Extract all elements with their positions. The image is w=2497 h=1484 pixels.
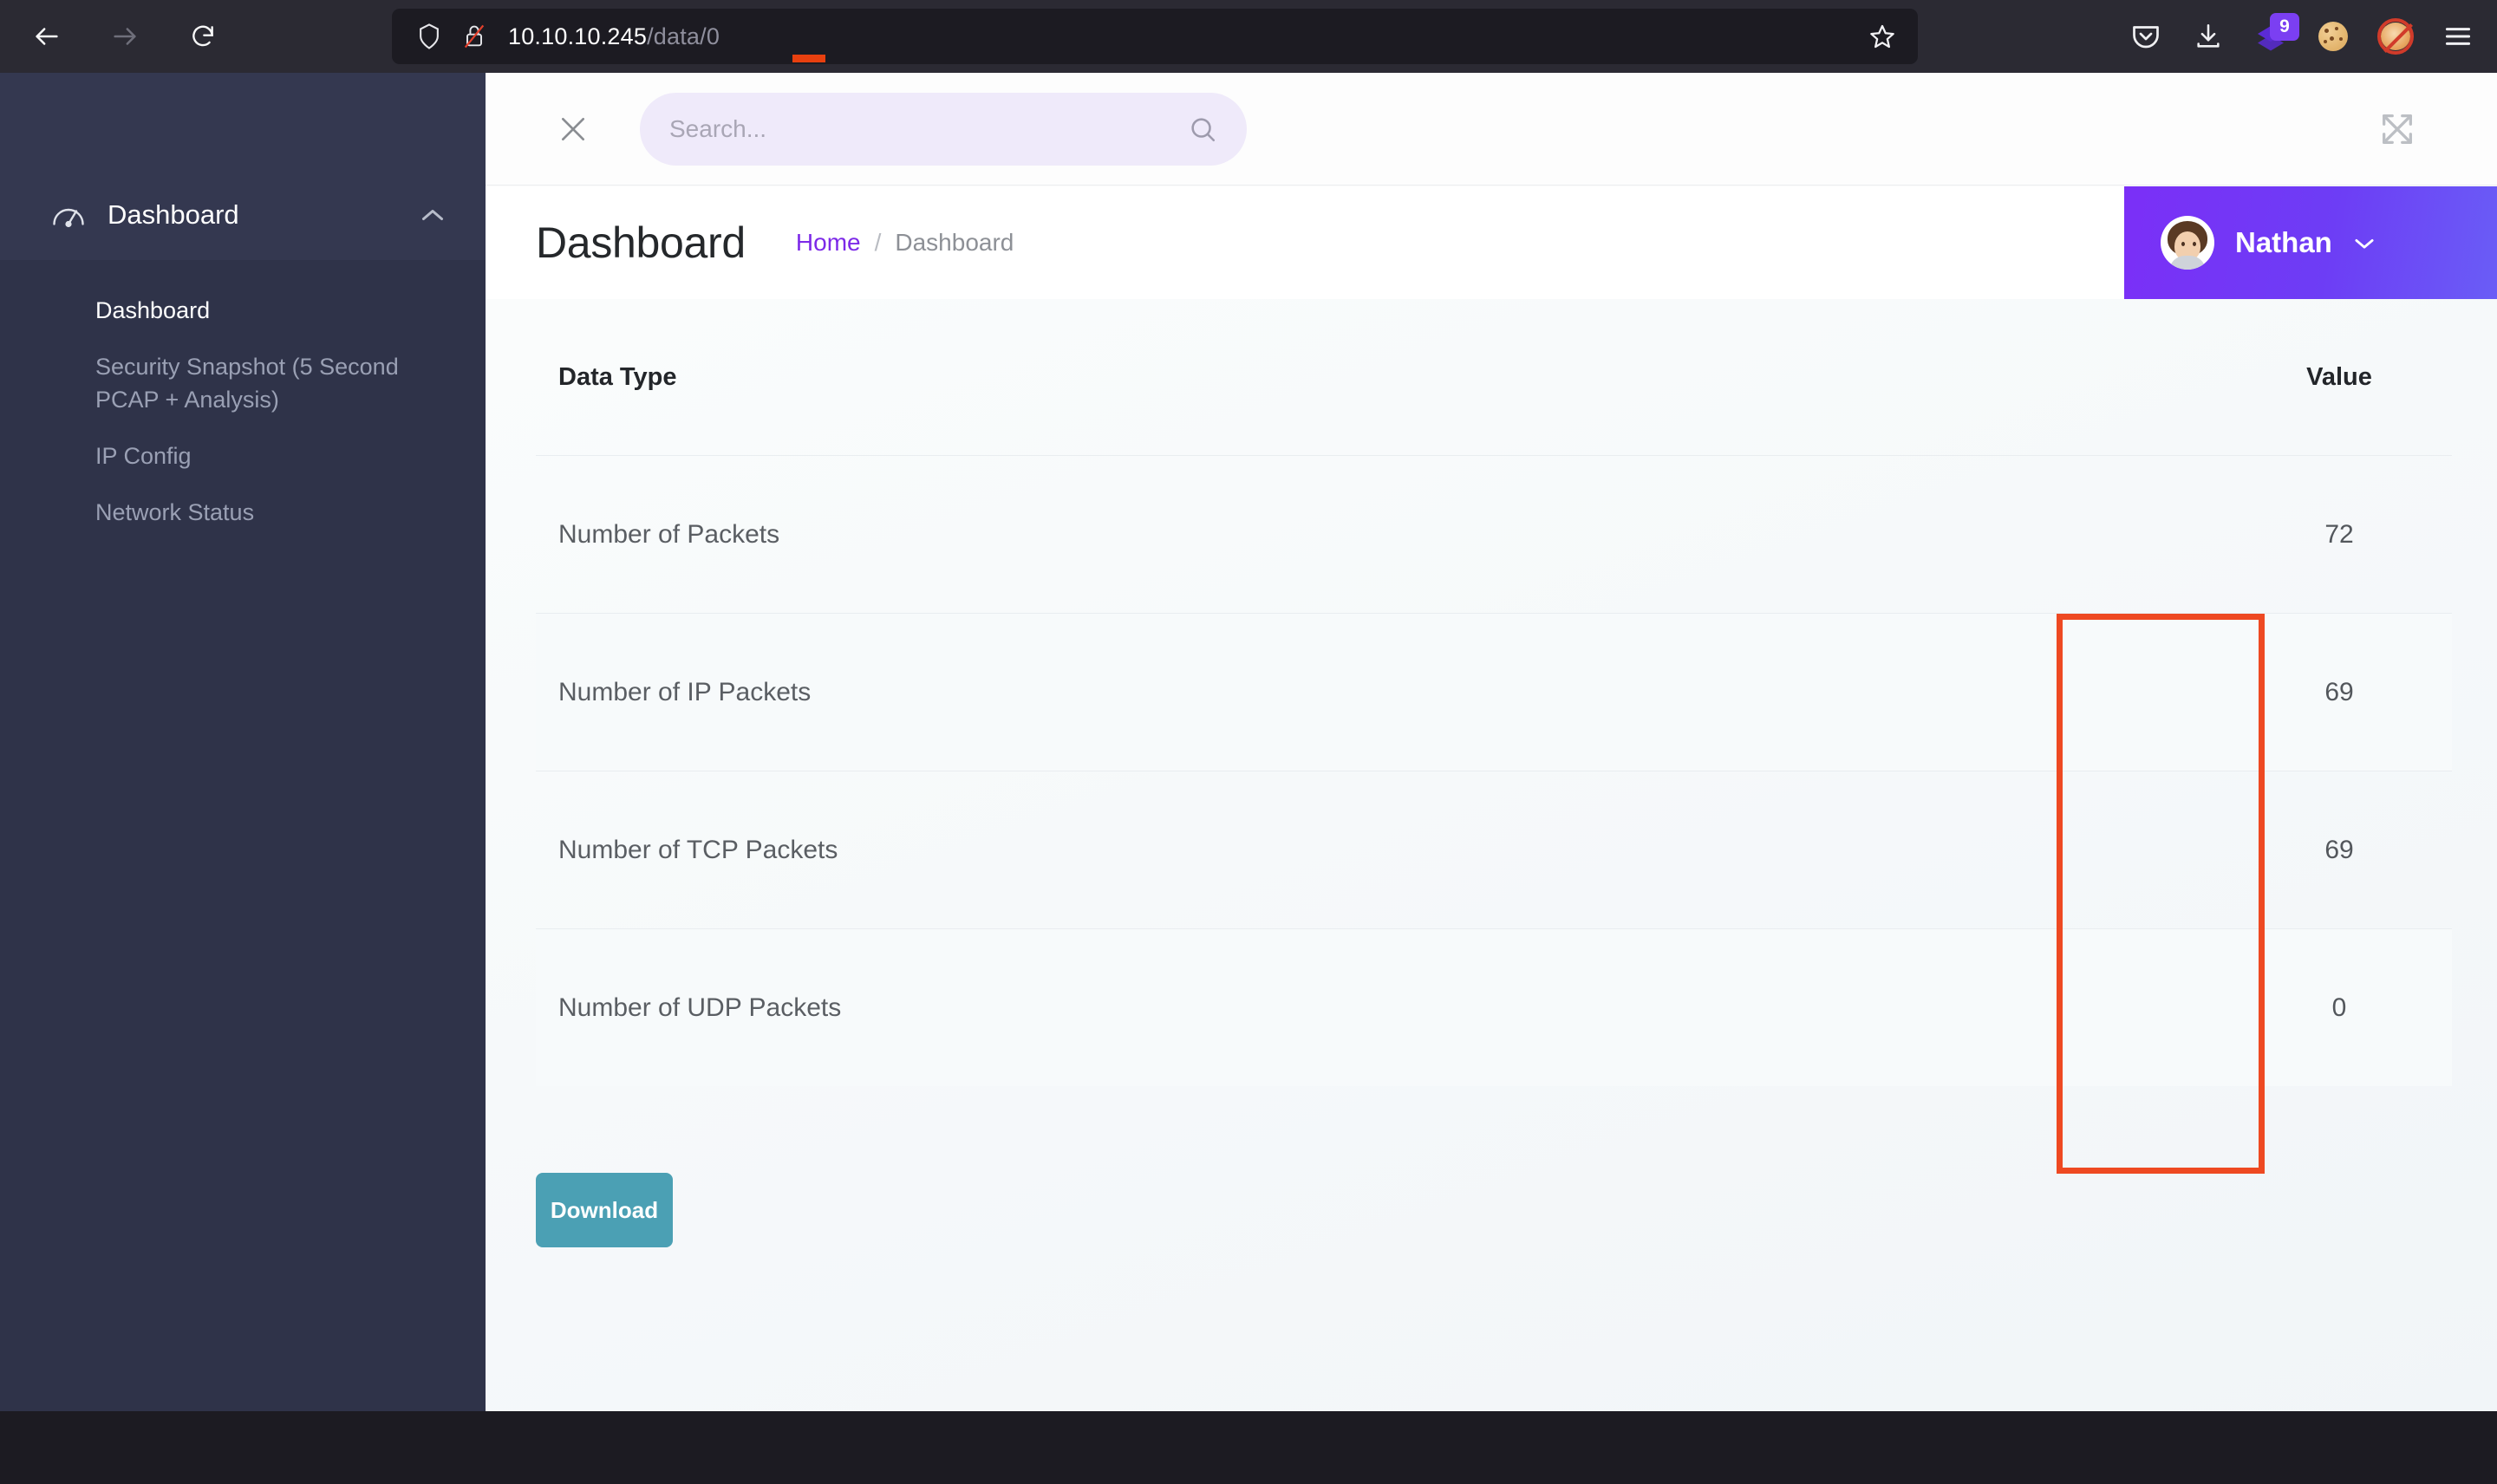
sidebar-item-label: Security Snapshot (5 Second PCAP + Analy…: [95, 354, 399, 413]
search-input[interactable]: [669, 114, 1188, 143]
sidebar-submenu: Dashboard Security Snapshot (5 Second PC…: [0, 260, 486, 541]
column-header-value: Value: [2306, 362, 2372, 391]
back-arrow-icon: [36, 28, 58, 45]
cell-data-type: Number of IP Packets: [558, 677, 812, 706]
search-header: [486, 73, 2497, 186]
star-icon: [1870, 24, 1894, 49]
bookmark-button[interactable]: [1862, 16, 1902, 56]
table-row: Number of TCP Packets 69: [536, 771, 2452, 928]
table-row: Number of Packets 72: [536, 455, 2452, 613]
cell-data-type: Number of TCP Packets: [558, 835, 838, 864]
cell-value: 69: [2324, 835, 2354, 864]
hamburger-menu-icon: [2445, 28, 2471, 45]
breadcrumb-current: Dashboard: [895, 229, 1014, 256]
url-text[interactable]: 10.10.10.245/data/0: [508, 23, 825, 62]
cookie-icon: [2318, 22, 2348, 51]
column-header-data-type: Data Type: [558, 362, 677, 391]
sidebar-item-dashboard[interactable]: Dashboard: [0, 283, 486, 339]
packet-stats-table: Data Type Value Number of Packets 72 Num…: [536, 299, 2452, 1086]
cell-value: 0: [2331, 993, 2347, 1022]
extension-layers-button[interactable]: 9: [2246, 11, 2299, 62]
data-card: Data Type Value Number of Packets 72 Num…: [486, 299, 2497, 1417]
url-highlight-marker: [792, 54, 825, 62]
search-icon[interactable]: [1188, 114, 1217, 144]
breadcrumb-home-link[interactable]: Home: [796, 229, 861, 257]
forward-button[interactable]: [101, 12, 149, 61]
table-row: Number of IP Packets 69: [536, 613, 2452, 771]
table-row: Number of UDP Packets 0: [536, 928, 2452, 1086]
main-panel: Data Type Value Number of Packets 72 Num…: [486, 299, 2497, 1417]
expand-fullscreen-icon: [2383, 114, 2412, 144]
sidebar-item-label: IP Config: [95, 442, 192, 469]
browser-toolbar: 10.10.10.245/data/0 9: [0, 0, 2497, 73]
close-search-button[interactable]: [551, 107, 595, 151]
web-page: Dashboard Dashboard Security Snapshot (5…: [0, 73, 2497, 1484]
avatar: [2161, 216, 2214, 270]
cell-value: 72: [2324, 519, 2354, 549]
url-path: /data/0: [647, 23, 720, 49]
extension-badge-count: 9: [2270, 13, 2299, 41]
gauge-icon: [53, 208, 84, 228]
shield-icon: [420, 23, 439, 49]
page-title: Dashboard: [536, 218, 746, 267]
table-header-row: Data Type Value: [536, 299, 2452, 455]
navigation-buttons: [23, 12, 227, 61]
sidebar-section-dashboard[interactable]: Dashboard: [0, 170, 486, 260]
cell-data-type: Number of UDP Packets: [558, 993, 842, 1022]
chevron-down-icon: [2355, 238, 2374, 249]
forward-arrow-icon: [114, 28, 136, 45]
sidebar-item-ip-config[interactable]: IP Config: [0, 428, 486, 485]
sidebar-logo-area: [0, 73, 486, 170]
breadcrumb: Home / Dashboard: [796, 229, 1014, 257]
back-button[interactable]: [23, 12, 71, 61]
user-name: Nathan: [2235, 226, 2332, 258]
download-button[interactable]: Download: [536, 1173, 673, 1247]
sidebar-item-label: Dashboard: [95, 297, 211, 323]
url-host: 10.10.10.245: [508, 23, 648, 49]
content-area: Dashboard Home / Dashboard Nathan Data T…: [486, 73, 2497, 1484]
blocked-fox-icon: [2377, 18, 2414, 55]
window-bottom-strip: [0, 1411, 2497, 1484]
fullscreen-toggle-button[interactable]: [2377, 109, 2417, 149]
close-icon: [562, 117, 584, 140]
blocked-fox-button[interactable]: [2370, 11, 2421, 62]
cell-value: 69: [2324, 677, 2354, 706]
connection-security-button[interactable]: [454, 16, 494, 56]
url-bar[interactable]: 10.10.10.245/data/0: [392, 9, 1918, 64]
search-box[interactable]: [640, 92, 1247, 166]
app-menu-button[interactable]: [2433, 11, 2483, 62]
cookie-button[interactable]: [2308, 11, 2358, 62]
sidebar-item-security-snapshot[interactable]: Security Snapshot (5 Second PCAP + Analy…: [0, 339, 486, 428]
breadcrumb-separator: /: [874, 229, 882, 256]
tracking-shield-button[interactable]: [409, 16, 449, 56]
downloads-button[interactable]: [2183, 11, 2233, 62]
browser-extension-bar: 9: [2121, 0, 2483, 73]
reload-icon: [192, 25, 213, 47]
sidebar-item-label: Network Status: [95, 499, 255, 525]
sidebar-item-network-status[interactable]: Network Status: [0, 485, 486, 541]
sidebar: Dashboard Dashboard Security Snapshot (5…: [0, 73, 486, 1484]
cell-data-type: Number of Packets: [558, 519, 780, 549]
lock-crossed-icon: [464, 24, 485, 49]
sidebar-section-label: Dashboard: [108, 199, 239, 230]
pocket-icon: [2133, 26, 2159, 49]
chevron-up-icon: [422, 210, 443, 220]
pocket-button[interactable]: [2121, 11, 2171, 62]
reload-button[interactable]: [179, 12, 227, 61]
downloads-icon: [2197, 23, 2220, 48]
user-menu[interactable]: Nathan: [2124, 186, 2497, 299]
